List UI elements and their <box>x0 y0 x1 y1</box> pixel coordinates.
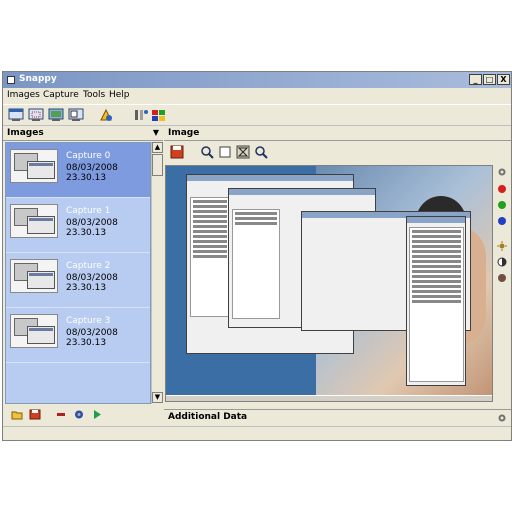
capture-name: Capture 3 <box>66 316 111 326</box>
contrast-icon[interactable] <box>497 257 507 267</box>
zoom-in-icon[interactable] <box>254 145 268 159</box>
capture-name: Capture 0 <box>66 151 111 161</box>
capture-date: 08/03/2008 23.30.13 <box>66 218 118 238</box>
captures-scrollbar[interactable]: ▲ ▼ <box>151 142 163 404</box>
scroll-thumb[interactable] <box>152 154 163 176</box>
saturation-icon[interactable] <box>497 273 507 283</box>
menu-capture[interactable]: Capture <box>43 90 79 100</box>
capture-date: 08/03/2008 23.30.13 <box>66 328 118 348</box>
blue-dot-icon[interactable] <box>498 217 506 225</box>
minimize-button[interactable]: _ <box>469 74 482 85</box>
capture-date: 08/03/2008 23.30.13 <box>66 273 118 293</box>
capture-date: 08/03/2008 23.30.13 <box>66 163 118 183</box>
preview-window-filelist <box>406 216 466 386</box>
capture-thumbnail <box>10 314 58 348</box>
export-icon[interactable] <box>151 108 167 122</box>
open-folder-icon[interactable] <box>11 409 23 420</box>
timer-icon[interactable] <box>98 108 114 122</box>
color-sidebar <box>494 165 511 402</box>
capture-menu-icon[interactable] <box>68 108 84 122</box>
brightness-icon[interactable] <box>497 241 507 251</box>
capture-item-3[interactable]: Capture 3 08/03/2008 23.30.13 <box>6 308 150 363</box>
capture-screen-icon[interactable] <box>48 108 64 122</box>
images-panel-title: Images <box>7 128 44 138</box>
capture-thumbnail <box>10 149 58 183</box>
capture-window-icon[interactable] <box>8 108 24 122</box>
capture-region-icon[interactable] <box>28 108 44 122</box>
actual-size-icon[interactable] <box>236 145 250 159</box>
image-toolbar <box>164 142 511 164</box>
play-icon[interactable] <box>91 409 103 420</box>
delete-icon[interactable] <box>55 409 67 420</box>
scroll-up-icon[interactable]: ▲ <box>152 142 163 153</box>
menu-bar: Images Capture Tools Help <box>3 88 511 103</box>
zoom-icon[interactable] <box>200 145 214 159</box>
capture-item-2[interactable]: Capture 2 08/03/2008 23.30.13 <box>6 253 150 308</box>
settings-icon[interactable] <box>73 409 85 420</box>
captures-list: Capture 0 08/03/2008 23.30.13 Capture 1 … <box>5 142 151 404</box>
save-icon[interactable] <box>29 409 41 420</box>
app-window: Snappy _ □ X Images Capture Tools Help I… <box>2 71 512 441</box>
close-button[interactable]: X <box>497 74 510 85</box>
status-bar <box>3 426 511 440</box>
menu-images[interactable]: Images <box>7 90 40 100</box>
capture-preview-image <box>165 165 493 402</box>
menu-tools[interactable]: Tools <box>83 90 105 100</box>
image-panel-title: Image <box>168 128 200 138</box>
capture-name: Capture 1 <box>66 206 111 216</box>
tools-icon[interactable] <box>133 108 149 122</box>
fit-icon[interactable] <box>218 145 232 159</box>
gear-icon[interactable] <box>497 413 507 423</box>
maximize-button[interactable]: □ <box>483 74 496 85</box>
preview-hscrollbar[interactable] <box>164 402 493 409</box>
images-panel-header[interactable]: Images ▼ <box>3 127 163 141</box>
capture-thumbnail <box>10 204 58 238</box>
menu-help[interactable]: Help <box>109 90 130 100</box>
dropdown-arrow-icon[interactable]: ▼ <box>153 128 159 137</box>
scroll-down-icon[interactable]: ▼ <box>152 392 163 403</box>
capture-thumbnail <box>10 259 58 293</box>
capture-item-0[interactable]: Capture 0 08/03/2008 23.30.13 <box>6 143 150 198</box>
preview-taskbar <box>166 395 492 401</box>
window-title: Snappy <box>19 74 57 84</box>
capture-name: Capture 2 <box>66 261 111 271</box>
red-dot-icon[interactable] <box>498 185 506 193</box>
gear-icon[interactable] <box>497 167 507 177</box>
app-icon <box>7 76 15 84</box>
additional-data-title: Additional Data <box>168 412 248 422</box>
main-toolbar <box>3 104 511 126</box>
green-dot-icon[interactable] <box>498 201 506 209</box>
additional-data-header[interactable]: Additional Data <box>164 409 511 425</box>
save-icon[interactable] <box>170 145 184 159</box>
title-bar[interactable]: Snappy _ □ X <box>3 72 511 88</box>
images-actions-bar <box>3 405 163 425</box>
capture-item-1[interactable]: Capture 1 08/03/2008 23.30.13 <box>6 198 150 253</box>
image-panel-header: Image <box>164 127 511 141</box>
